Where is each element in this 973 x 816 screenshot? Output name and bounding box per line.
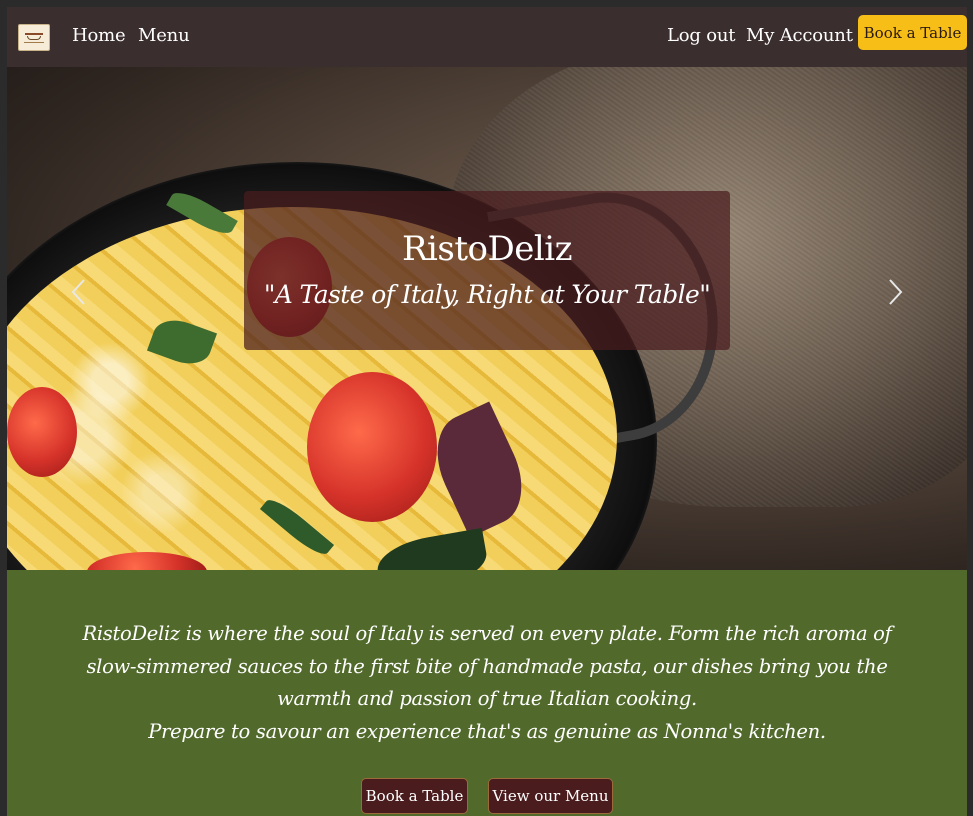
about-line: Prepare to savour an experience that's a… (148, 719, 826, 743)
chevron-left-icon (71, 279, 85, 305)
carousel-prev-button[interactable] (69, 277, 89, 307)
carousel-next-button[interactable] (885, 277, 905, 307)
page-frame: Home Menu Log out My Account Book a Tabl… (7, 7, 967, 816)
hero-image-tomato (7, 387, 77, 477)
about-line: slow-simmered sauces to the first bite o… (86, 654, 888, 678)
hero-title: RistoDeliz (401, 229, 573, 269)
about-description: RistoDeliz is where the soul of Italy is… (67, 618, 907, 748)
hero-carousel: RistoDeliz "A Taste of Italy, Right at Y… (7, 67, 967, 570)
book-table-button[interactable]: Book a Table (361, 778, 468, 814)
logo-mark-bottom (24, 42, 44, 43)
view-menu-button[interactable]: View our Menu (488, 778, 613, 814)
navbar: Home Menu Log out My Account Book a Tabl… (7, 7, 967, 67)
about-section: RistoDeliz is where the soul of Italy is… (7, 570, 967, 816)
hero-subtitle: "A Taste of Italy, Right at Your Table" (263, 280, 711, 309)
restaurant-logo[interactable] (18, 24, 50, 51)
nav-book-table-button[interactable]: Book a Table (858, 15, 967, 50)
hero-caption-box (244, 191, 730, 350)
logo-bowl (27, 36, 41, 40)
nav-logout-link[interactable]: Log out (667, 25, 736, 46)
logo-mark-top (25, 33, 43, 35)
about-line: RistoDeliz is where the soul of Italy is… (82, 622, 892, 645)
chevron-right-icon (889, 279, 903, 305)
nav-my-account-link[interactable]: My Account (746, 25, 853, 46)
about-line: warmth and passion of true Italian cooki… (277, 687, 697, 710)
hero-image-tomato (307, 372, 437, 522)
nav-menu-link[interactable]: Menu (138, 25, 190, 46)
nav-home-link[interactable]: Home (72, 25, 126, 46)
